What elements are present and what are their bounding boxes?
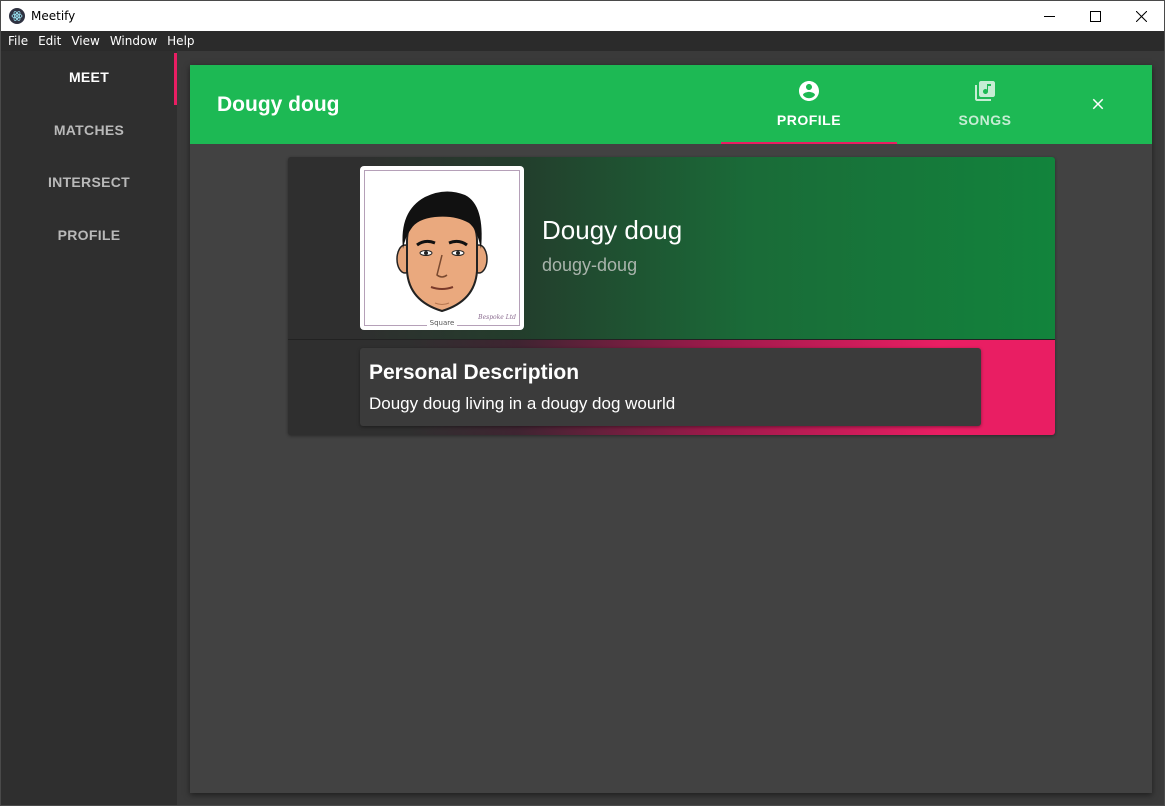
avatar-image: Square Bespoke Ltd — [364, 170, 520, 327]
library-music-icon — [975, 81, 995, 101]
tab-profile-label: PROFILE — [776, 112, 842, 128]
window-title: Meetify — [31, 9, 76, 23]
minimize-icon — [1043, 15, 1055, 17]
maximize-button[interactable] — [1072, 1, 1118, 31]
active-tab-indicator — [721, 142, 897, 144]
sidebar-item-intersect[interactable]: INTERSECT — [1, 156, 177, 208]
menu-bar: File Edit View Window Help — [1, 31, 1164, 51]
maximize-icon — [1089, 10, 1101, 22]
profile-card: Square Bespoke Ltd Dougy doug dougy-doug… — [288, 157, 1055, 435]
avatar: Square Bespoke Ltd — [360, 166, 524, 330]
menu-window[interactable]: Window — [105, 34, 162, 48]
close-window-button[interactable] — [1118, 1, 1164, 31]
dialog-header: Dougy doug PROFILE SONGS — [190, 65, 1152, 144]
account-circle-icon — [799, 81, 819, 101]
app-window: Meetify File Edit View Window Help MEET … — [0, 0, 1165, 806]
menu-help[interactable]: Help — [162, 34, 199, 48]
dialog-title: Dougy doug — [217, 92, 340, 116]
personal-description-card: Personal Description Dougy doug living i… — [360, 348, 981, 426]
minimize-button[interactable] — [1026, 1, 1072, 31]
sidebar-item-meet[interactable]: MEET — [1, 51, 177, 103]
window-controls — [1026, 1, 1164, 31]
close-icon — [1135, 10, 1147, 22]
electron-icon — [9, 8, 25, 24]
close-dialog-button[interactable] — [1086, 92, 1110, 116]
description-title: Personal Description — [369, 361, 580, 384]
close-icon — [1092, 98, 1104, 110]
sidebar-item-profile[interactable]: PROFILE — [1, 209, 177, 261]
avatar-signature: Bespoke Ltd — [478, 314, 516, 321]
menu-file[interactable]: File — [3, 34, 33, 48]
sidebar: MEET MATCHES INTERSECT PROFILE — [1, 51, 177, 805]
avatar-caption-text: Square — [426, 319, 458, 327]
menu-edit[interactable]: Edit — [33, 34, 66, 48]
tab-songs[interactable]: SONGS — [897, 65, 1073, 144]
title-bar: Meetify — [1, 1, 1164, 31]
tab-songs-label: SONGS — [958, 112, 1012, 128]
face-illustration — [396, 191, 488, 313]
sidebar-item-matches[interactable]: MATCHES — [1, 104, 177, 156]
tab-profile[interactable]: PROFILE — [721, 65, 897, 144]
main-content: Dougy doug PROFILE SONGS Square Bespoke … — [177, 51, 1164, 805]
profile-display-name: Dougy doug — [542, 215, 683, 245]
description-text: Dougy doug living in a dougy dog wourld — [369, 394, 676, 413]
user-dialog: Dougy doug PROFILE SONGS Square Bespoke … — [190, 65, 1152, 793]
menu-view[interactable]: View — [66, 34, 104, 48]
profile-username: dougy-doug — [542, 255, 638, 275]
